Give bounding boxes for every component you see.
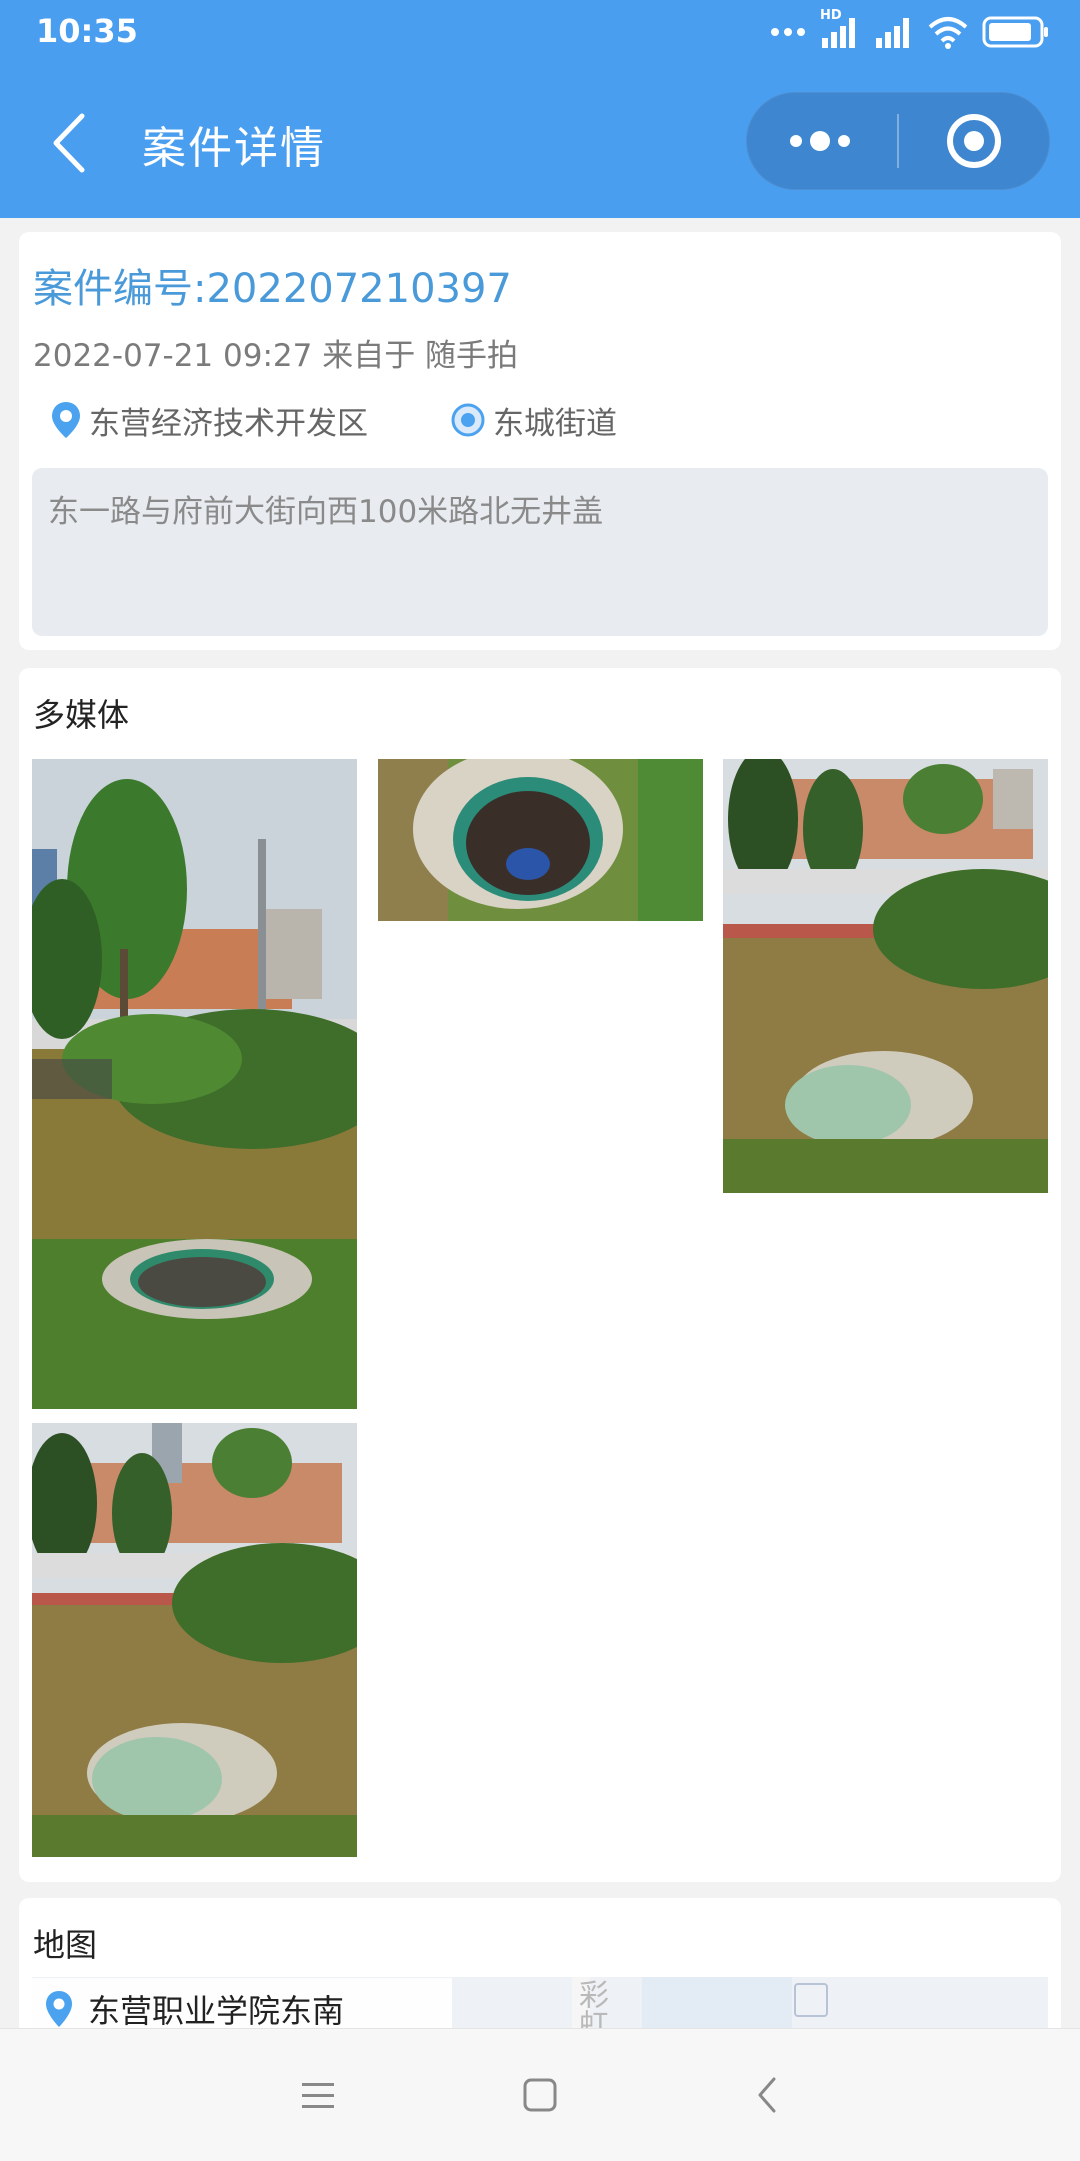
street-tag: 东城街道 — [449, 398, 617, 442]
chevron-left-icon — [53, 113, 85, 173]
map-section-title: 地图 — [33, 1926, 98, 1964]
status-bar: 10:35 HD — [0, 0, 1080, 66]
signal-icon — [876, 18, 909, 48]
case-number: 案件编号:202207210397 — [33, 266, 512, 312]
menu-icon — [302, 2083, 334, 2108]
nav-bar: 案件详情 — [0, 66, 1080, 218]
map-poi-icon — [794, 1983, 828, 2017]
back-chevron-icon — [758, 2077, 776, 2113]
media-photo-4[interactable] — [32, 1423, 357, 1857]
home-square-icon — [523, 2078, 557, 2112]
page-title: 案件详情 — [142, 123, 326, 174]
status-time: 10:35 — [36, 12, 138, 50]
mini-program-capsule — [746, 92, 1050, 190]
back-button[interactable] — [46, 110, 96, 176]
target-circle-icon — [947, 114, 1001, 168]
district-label: 东营经济技术开发区 — [89, 405, 368, 442]
system-nav-bar — [0, 2028, 1080, 2161]
hd-signal-icon: HD — [820, 8, 860, 50]
battery-icon — [982, 16, 1048, 48]
media-photo-1[interactable] — [32, 759, 357, 1409]
map-place-label: 东营职业学院东南 — [88, 1992, 345, 2030]
case-info-card: 案件编号:202207210397 2022-07-21 09:27 来自于 随… — [19, 232, 1061, 650]
case-meta: 2022-07-21 09:27 来自于 随手拍 — [33, 338, 519, 374]
wifi-icon — [928, 17, 968, 49]
more-button[interactable] — [746, 92, 896, 190]
more-dots-icon — [790, 131, 850, 151]
dots-icon — [771, 28, 805, 36]
location-pin-icon — [52, 402, 80, 438]
recent-apps-button[interactable] — [288, 2065, 348, 2125]
media-photo-2[interactable] — [378, 759, 703, 921]
system-back-button[interactable] — [738, 2065, 798, 2125]
media-section-title: 多媒体 — [33, 696, 130, 734]
close-button[interactable] — [899, 92, 1050, 190]
media-photo-3[interactable] — [723, 759, 1048, 1193]
district-tag: 东营经济技术开发区 — [49, 398, 368, 442]
target-location-icon — [451, 403, 485, 437]
hd-label: HD — [820, 8, 842, 23]
case-description: 东一路与府前大街向西100米路北无井盖 — [32, 468, 1048, 636]
status-icons: HD — [770, 8, 1050, 52]
home-button[interactable] — [510, 2065, 570, 2125]
street-label: 东城街道 — [493, 405, 617, 442]
media-card: 多媒体 — [19, 668, 1061, 1882]
map-card: 地图 彩虹 东营职业学院东南 — [19, 1898, 1061, 2038]
location-pin-icon — [46, 1991, 72, 2027]
